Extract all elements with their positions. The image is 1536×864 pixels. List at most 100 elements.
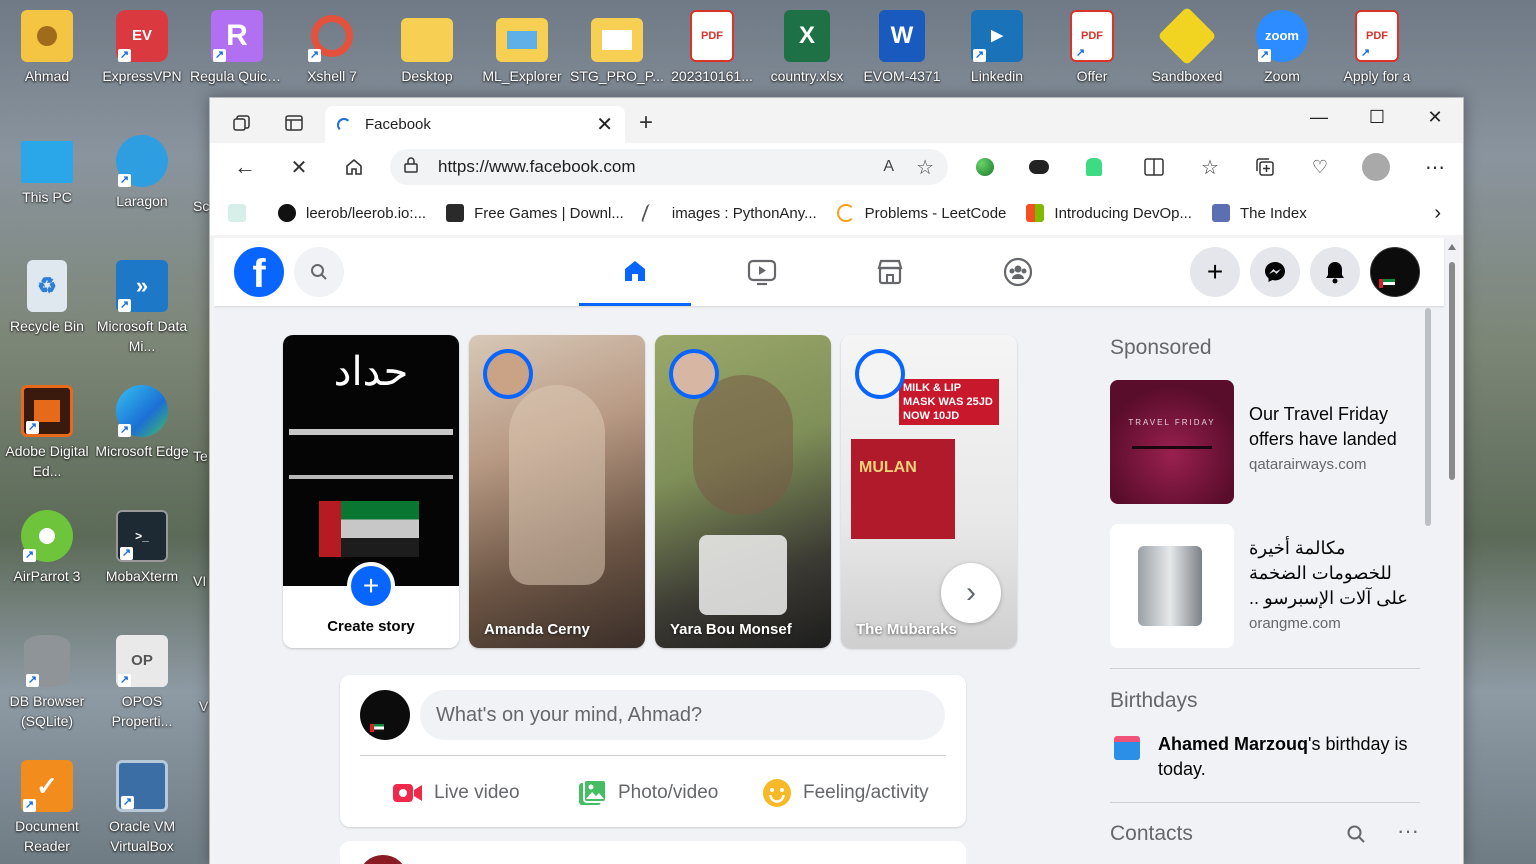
desktop-icon-ahmad[interactable]: Ahmad — [0, 10, 94, 86]
close-tab-icon[interactable]: ✕ — [596, 112, 613, 137]
minimize-button[interactable]: — — [1296, 102, 1342, 132]
desktop-icon-db-browser[interactable]: ↗ DB Browser (SQLite) — [0, 635, 94, 731]
create-story-card[interactable]: حداد + Create story — [283, 335, 459, 648]
tab-facebook[interactable]: Facebook ✕ — [325, 106, 625, 143]
story-card-amanda-cerny[interactable]: Amanda Cerny — [469, 335, 645, 648]
bookmarks-bar: leerob/leerob.io:... Free Games | Downl.… — [210, 191, 1463, 235]
sponsored-ad-orange[interactable]: مكالمة أخيرة للخصومات الضخمة على آلات ال… — [1110, 524, 1422, 648]
scroll-up-arrow-icon[interactable] — [1448, 244, 1456, 250]
maximize-button[interactable]: ☐ — [1354, 102, 1400, 132]
folder-icon — [591, 18, 643, 62]
desktop-icon-xshell[interactable]: ↗ Xshell 7 — [285, 10, 379, 86]
pythonanywhere-icon — [640, 204, 666, 222]
vertical-tabs-icon[interactable] — [280, 109, 308, 137]
story-card-yara-bou-monsef[interactable]: Yara Bou Monsef — [655, 335, 831, 648]
account-avatar[interactable] — [1370, 247, 1420, 297]
bookmark-pythonanywhere[interactable]: images : PythonAny... — [640, 204, 817, 222]
read-aloud-icon[interactable]: A — [883, 158, 894, 176]
new-tab-button[interactable]: + — [632, 109, 660, 137]
desktop-icon-airparrot[interactable]: ↗ AirParrot 3 — [0, 510, 94, 586]
desktop-icon-document-reader[interactable]: ✓ ↗ Document Reader — [0, 760, 94, 856]
facebook-logo-icon[interactable]: f — [234, 247, 284, 297]
favorites-icon[interactable]: ☆ — [1195, 152, 1225, 182]
collections-icon[interactable] — [1250, 152, 1280, 182]
desktop-icon-sandboxed[interactable]: Sandboxed — [1140, 6, 1234, 86]
bookmark-the-index[interactable]: The Index — [1211, 204, 1307, 222]
create-story-plus-button[interactable]: + — [347, 562, 395, 610]
extension-globe-icon[interactable] — [970, 152, 1000, 182]
feeling-activity-button[interactable]: Feeling/activity — [761, 775, 929, 811]
stories-next-button[interactable]: › — [941, 563, 1001, 623]
desktop-icon-opos[interactable]: OP ↗ OPOS Properti... — [95, 635, 189, 731]
tab-home[interactable] — [579, 238, 691, 306]
desktop-icon-recycle-bin[interactable]: ♻ Recycle Bin — [0, 260, 94, 336]
close-window-button[interactable]: ✕ — [1412, 102, 1458, 132]
inner-scrollbar[interactable] — [1424, 306, 1432, 864]
messenger-button[interactable] — [1250, 247, 1300, 297]
tab-watch[interactable] — [706, 238, 818, 306]
tab-groups[interactable] — [962, 238, 1074, 306]
desktop-icon-ml-explorer[interactable]: ML_Explorer — [475, 10, 569, 86]
split-screen-icon[interactable] — [1139, 152, 1169, 182]
create-button[interactable]: + — [1190, 247, 1240, 297]
bookmark-apps-icon[interactable] — [228, 204, 258, 222]
desktop-icon-country-xlsx[interactable]: X country.xlsx — [760, 10, 854, 86]
pdf-icon: PDF — [690, 10, 734, 62]
live-video-button[interactable]: Live video — [392, 775, 520, 811]
desktop-icon-mobaxterm[interactable]: >_ ↗ MobaXterm — [95, 510, 189, 586]
bookmark-leetcode[interactable]: Problems - LeetCode — [836, 204, 1006, 222]
contacts-more-icon[interactable]: ··· — [1397, 818, 1419, 844]
page-scrollbar[interactable] — [1445, 238, 1459, 864]
photo-video-button[interactable]: Photo/video — [578, 775, 718, 811]
opos-icon: OP ↗ — [116, 635, 168, 687]
desktop-icon-pdf-2023[interactable]: PDF 202310161... — [665, 10, 759, 86]
profile-avatar[interactable] — [1361, 152, 1391, 182]
stop-loading-button[interactable]: ✕ — [284, 152, 314, 182]
desktop-icon-virtualbox[interactable]: ↗ Oracle VM VirtualBox — [95, 760, 189, 856]
notifications-button[interactable] — [1310, 247, 1360, 297]
bookmark-leerob[interactable]: leerob/leerob.io:... — [278, 204, 426, 222]
inner-scrollbar-thumb[interactable] — [1425, 308, 1431, 526]
desktop-icon-desktop-folder[interactable]: Desktop — [380, 10, 474, 86]
back-button[interactable]: ← — [230, 152, 260, 182]
browser-essentials-icon[interactable]: ♡ — [1305, 152, 1335, 182]
desktop-icon-offer[interactable]: PDF ↗ Offer — [1045, 10, 1139, 86]
smiley-icon — [763, 779, 791, 807]
workspaces-icon[interactable] — [228, 109, 256, 137]
composer-avatar[interactable] — [360, 690, 410, 740]
calligraphy-decoration — [289, 429, 453, 479]
sponsored-ad-qatar[interactable]: TRAVEL FRIDAY Our Travel Friday offers h… — [1110, 380, 1422, 504]
contacts-search-icon[interactable] — [1346, 824, 1366, 849]
desktop-icon-this-pc[interactable]: This PC — [0, 135, 94, 207]
desktop-icon-expressvpn[interactable]: EV ↗ ExpressVPN — [95, 10, 189, 86]
extension-android-icon[interactable] — [1079, 152, 1109, 182]
birthday-item[interactable]: Ahamed Marzouq's birthday is today. — [1110, 732, 1422, 782]
desktop-icon-data-migration[interactable]: » ↗ Microsoft Data Mi... — [95, 260, 189, 356]
extension-mask-icon[interactable] — [1024, 152, 1054, 182]
desktop-icon-adobe-digital[interactable]: ↗ Adobe Digital Ed... — [0, 385, 94, 481]
desktop-icon-apply[interactable]: PDF ↗ Apply for a — [1330, 10, 1424, 86]
bookmark-devops[interactable]: Introducing DevOp... — [1026, 204, 1192, 222]
tab-marketplace[interactable] — [834, 238, 946, 306]
desktop-icon-stg-pro[interactable]: STG_PRO_P... — [570, 10, 664, 86]
folder-icon — [496, 18, 548, 62]
desktop-icon-evom[interactable]: W EVOM-4371 — [855, 10, 949, 86]
xshell-icon: ↗ — [306, 10, 358, 62]
desktop-icon-linkedin[interactable]: ▶ ↗ Linkedin — [950, 10, 1044, 86]
desktop-icon-laragon[interactable]: ↗ Laragon — [95, 135, 189, 211]
ad-title: مكالمة أخيرة للخصومات الضخمة على آلات ال… — [1249, 538, 1409, 608]
home-button[interactable] — [339, 152, 369, 182]
desktop-icon-edge[interactable]: ↗ Microsoft Edge — [95, 385, 189, 461]
search-button[interactable] — [294, 247, 344, 297]
desktop-icon-zoom[interactable]: zoom ↗ Zoom — [1235, 10, 1329, 86]
more-menu-icon[interactable]: ⋯ — [1420, 152, 1450, 182]
desktop-icon-regula[interactable]: R ↗ Regula Quick ... — [190, 10, 284, 86]
whats-on-your-mind-input[interactable]: What's on your mind, Ahmad? — [420, 690, 945, 740]
bookmarks-overflow-chevron-icon[interactable]: › — [1434, 202, 1441, 225]
scrollbar-thumb[interactable] — [1449, 262, 1455, 480]
bookmark-free-games[interactable]: Free Games | Downl... — [446, 204, 624, 222]
address-bar[interactable]: https://www.facebook.com A ☆ — [390, 149, 948, 185]
title-bar: Facebook ✕ + — ☐ ✕ — [210, 98, 1463, 143]
favorite-star-icon[interactable]: ☆ — [916, 155, 934, 180]
terminal-icon: >_ ↗ — [116, 510, 168, 562]
